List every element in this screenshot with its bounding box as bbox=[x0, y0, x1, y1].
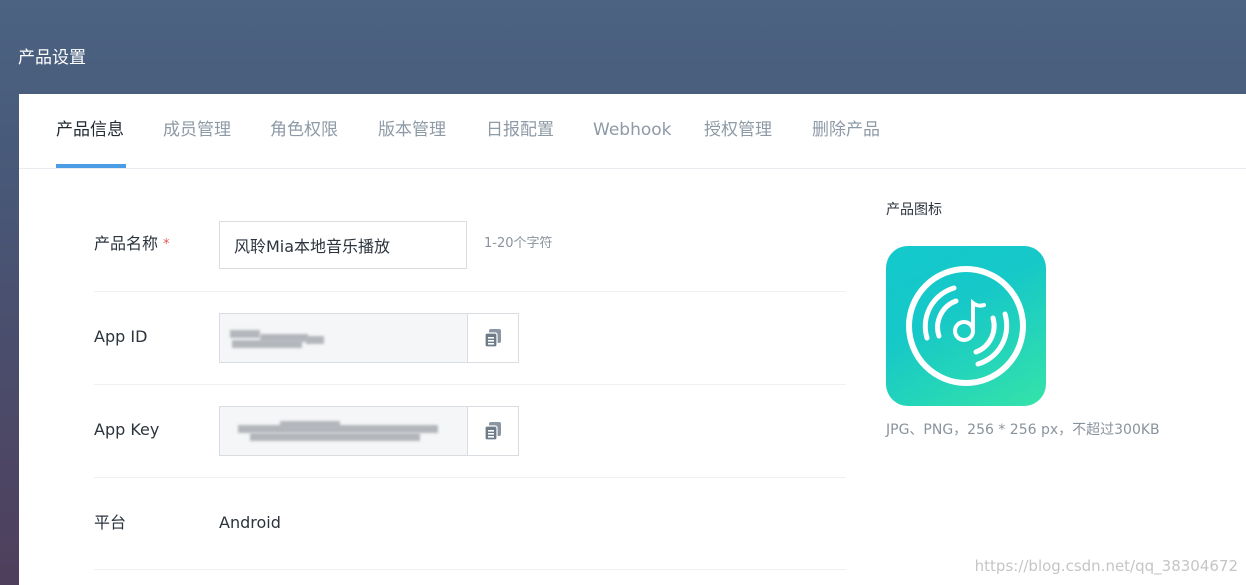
tab-version-management[interactable]: 版本管理 bbox=[378, 118, 446, 142]
copy-icon bbox=[484, 422, 501, 441]
music-disc-icon bbox=[906, 266, 1026, 386]
platform-label: 平台 bbox=[94, 513, 127, 532]
app-key-label: App Key bbox=[94, 420, 160, 439]
active-tab-indicator bbox=[56, 164, 126, 168]
product-icon-upload[interactable] bbox=[886, 246, 1046, 406]
platform-value: Android bbox=[219, 513, 281, 532]
product-name-hint: 1-20个字符 bbox=[484, 236, 553, 251]
required-mark: * bbox=[163, 237, 170, 252]
watermark: https://blog.csdn.net/qq_38304672 bbox=[974, 557, 1238, 575]
product-name-input[interactable] bbox=[219, 221, 467, 269]
tab-product-info[interactable]: 产品信息 bbox=[56, 118, 124, 142]
app-key-field bbox=[219, 406, 519, 456]
app-key-masked-value[interactable] bbox=[220, 407, 467, 455]
tab-daily-report-config[interactable]: 日报配置 bbox=[486, 118, 554, 142]
product-name-label-text: 产品名称 bbox=[94, 234, 159, 253]
app-id-masked-value[interactable] bbox=[220, 314, 467, 362]
tab-delete-product[interactable]: 删除产品 bbox=[812, 118, 880, 142]
app-id-label: App ID bbox=[94, 327, 148, 346]
tab-member-management[interactable]: 成员管理 bbox=[163, 118, 231, 142]
app-id-copy-button[interactable] bbox=[467, 314, 518, 362]
row-divider bbox=[94, 291, 846, 292]
app-id-field bbox=[219, 313, 519, 363]
copy-icon bbox=[484, 329, 501, 348]
product-name-label: 产品名称 * bbox=[94, 233, 170, 256]
row-divider bbox=[94, 384, 846, 385]
tab-bar: 产品信息 成员管理 角色权限 版本管理 日报配置 Webhook 授权管理 删除… bbox=[19, 94, 1246, 169]
tab-webhook[interactable]: Webhook bbox=[593, 118, 671, 142]
settings-panel: 产品信息 成员管理 角色权限 版本管理 日报配置 Webhook 授权管理 删除… bbox=[19, 94, 1246, 585]
tab-authorization-management[interactable]: 授权管理 bbox=[704, 118, 772, 142]
tab-role-permissions[interactable]: 角色权限 bbox=[270, 118, 338, 142]
product-icon-label: 产品图标 bbox=[886, 202, 942, 218]
page-title: 产品设置 bbox=[18, 48, 86, 68]
app-key-copy-button[interactable] bbox=[467, 407, 518, 455]
product-icon-hint: JPG、PNG，256 * 256 px，不超过300KB bbox=[886, 422, 1160, 438]
row-divider bbox=[94, 569, 846, 570]
row-divider bbox=[94, 477, 846, 478]
